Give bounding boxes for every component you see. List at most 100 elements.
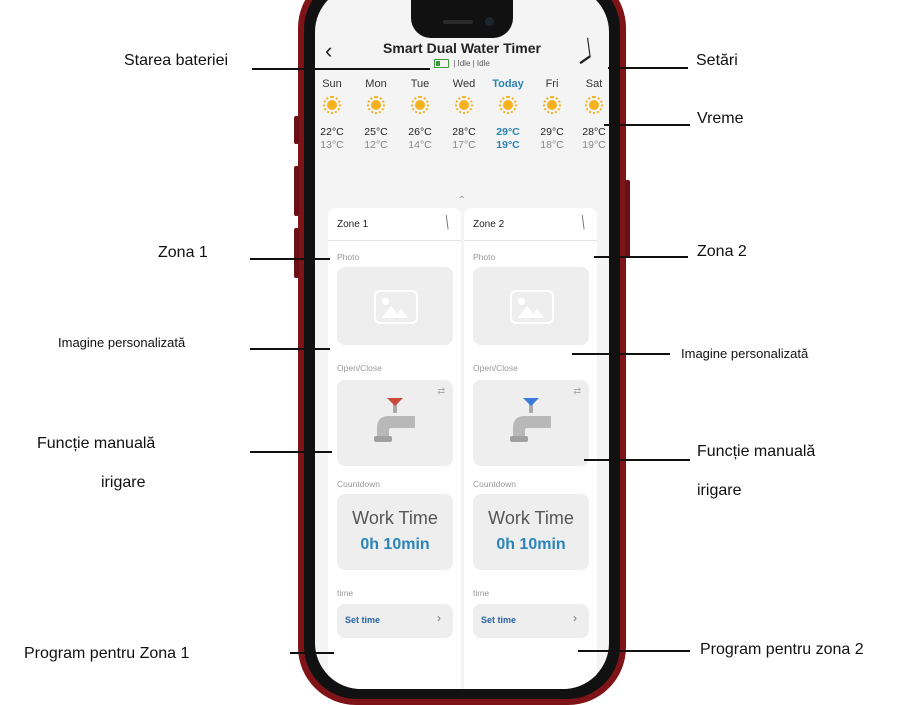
app-screen: ‹ Smart Dual Water Timer | Idle | Idle ▁… bbox=[315, 0, 609, 689]
pointer-line bbox=[250, 451, 332, 453]
day-name: Today bbox=[492, 78, 524, 90]
annotation-manual-right-2: irigare bbox=[697, 482, 742, 499]
phone-notch bbox=[411, 0, 513, 38]
swap-icon: ⇄ bbox=[573, 386, 581, 396]
pointer-line bbox=[594, 256, 688, 258]
set-time-label: Set time bbox=[345, 615, 381, 625]
custom-photo[interactable] bbox=[337, 267, 453, 345]
countdown-panel[interactable]: Work Time 0h 10min bbox=[337, 494, 453, 570]
day-name: Tue bbox=[410, 78, 430, 90]
mute-switch bbox=[294, 116, 299, 144]
temp-high: 25°C bbox=[364, 126, 388, 138]
annotation-battery: Starea bateriei bbox=[124, 52, 229, 69]
temp-high: 22°C bbox=[320, 126, 344, 138]
work-duration: 0h 10min bbox=[496, 536, 566, 553]
manual-valve-toggle[interactable]: ⇄ bbox=[337, 380, 453, 466]
countdown-label: Countdown bbox=[473, 479, 517, 489]
manual-valve-toggle[interactable]: ⇄ bbox=[473, 380, 589, 466]
status-text: | Idle | Idle bbox=[453, 59, 490, 68]
temp-low: 17°C bbox=[452, 139, 476, 151]
annotation-custom-image-right: Imagine personalizată bbox=[681, 346, 809, 361]
work-time-label: Work Time bbox=[488, 508, 574, 528]
temp-low: 19°C bbox=[496, 139, 520, 151]
image-icon bbox=[374, 290, 418, 324]
annotation-manual-left-2: irigare bbox=[101, 474, 146, 491]
work-time-label: Work Time bbox=[352, 508, 438, 528]
temp-high: 29°C bbox=[496, 126, 520, 138]
open-close-label: Open/Close bbox=[337, 363, 382, 373]
sun-icon bbox=[367, 96, 385, 114]
sun-icon bbox=[455, 96, 473, 114]
pointer-line bbox=[608, 67, 688, 69]
pointer-line bbox=[604, 124, 690, 126]
swap-icon: ⇄ bbox=[437, 386, 445, 396]
pointer-line bbox=[250, 348, 330, 350]
annotation-weather: Vreme bbox=[697, 110, 744, 127]
pointer-line bbox=[584, 459, 690, 461]
volume-down-button bbox=[294, 228, 299, 278]
set-time-label: Set time bbox=[481, 615, 517, 625]
zone-header: Zone 1 ╱ bbox=[328, 208, 461, 241]
annotation-manual-right-1: Funcție manuală bbox=[697, 443, 816, 460]
chevron-right-icon: › bbox=[573, 611, 577, 625]
zone-card-1: Zone 1 ╱ Photo Open/Close ⇄ Countdown Wo… bbox=[328, 208, 461, 689]
custom-photo[interactable] bbox=[473, 267, 589, 345]
annotation-custom-image-left: Imagine personalizată bbox=[58, 335, 186, 350]
open-close-label: Open/Close bbox=[473, 363, 518, 373]
annotation-schedule-zone2: Program pentru zona 2 bbox=[700, 641, 864, 658]
weather-day: Wed 28°C 17°C bbox=[443, 78, 485, 151]
temp-low: 13°C bbox=[320, 139, 344, 151]
annotation-zone1: Zona 1 bbox=[158, 244, 208, 261]
status-line: | Idle | Idle bbox=[315, 59, 609, 69]
device-title: Smart Dual Water Timer bbox=[383, 40, 541, 56]
temp-high: 28°C bbox=[582, 126, 606, 138]
countdown-label: Countdown bbox=[337, 479, 381, 489]
zone-name: Zone 2 bbox=[473, 219, 505, 230]
annotation-schedule-zone1: Program pentru Zona 1 bbox=[24, 645, 190, 662]
annotation-manual-left-1: Funcție manuală bbox=[37, 435, 156, 452]
weather-day: Mon 25°C 12°C bbox=[355, 78, 397, 151]
pointer-line bbox=[572, 353, 670, 355]
temp-high: 29°C bbox=[540, 126, 564, 138]
water-tap-icon bbox=[510, 398, 551, 442]
temp-low: 18°C bbox=[540, 139, 564, 151]
pointer-line bbox=[290, 652, 334, 654]
weather-day: Sun 22°C 13°C bbox=[315, 78, 353, 151]
image-icon bbox=[510, 290, 554, 324]
zone-header: Zone 2 ╱ bbox=[464, 208, 597, 241]
sun-icon bbox=[585, 96, 603, 114]
pencil-icon[interactable]: ╱ bbox=[577, 215, 590, 230]
temp-low: 19°C bbox=[582, 139, 606, 151]
sun-icon bbox=[411, 96, 429, 114]
set-time-button[interactable]: Set time › bbox=[473, 604, 589, 638]
photo-label: Photo bbox=[473, 252, 496, 262]
sun-icon bbox=[543, 96, 561, 114]
weather-day: Fri 29°C 18°C bbox=[531, 78, 573, 151]
temp-high: 26°C bbox=[408, 126, 432, 138]
weather-forecast: Sun 22°C 13°C Mon 25°C 12°C Tue 26°C 14°… bbox=[315, 78, 609, 206]
temp-high: 28°C bbox=[452, 126, 476, 138]
power-button bbox=[625, 180, 630, 258]
pointer-line bbox=[578, 650, 690, 652]
zone-card-2: Zone 2 ╱ Photo Open/Close ⇄ Countdown Wo… bbox=[464, 208, 597, 689]
chevron-right-icon: › bbox=[437, 611, 441, 625]
zone-name: Zone 1 bbox=[337, 219, 369, 230]
volume-up-button bbox=[294, 166, 299, 216]
sun-icon bbox=[499, 96, 517, 114]
weather-day-today: Today 29°C 19°C bbox=[487, 78, 529, 151]
weather-day: Tue 26°C 14°C bbox=[399, 78, 441, 151]
temp-low: 12°C bbox=[364, 139, 388, 151]
pencil-icon[interactable]: ╱ bbox=[441, 215, 454, 230]
day-name: Sat bbox=[585, 78, 603, 90]
collapse-chevron-icon[interactable]: ⌃ bbox=[453, 195, 471, 206]
time-label: time bbox=[473, 588, 490, 598]
battery-icon bbox=[434, 59, 450, 69]
set-time-button[interactable]: Set time › bbox=[337, 604, 453, 638]
day-name: Wed bbox=[452, 78, 476, 90]
day-name: Fri bbox=[545, 78, 559, 90]
annotation-settings: Setări bbox=[696, 52, 738, 69]
countdown-panel[interactable]: Work Time 0h 10min bbox=[473, 494, 589, 570]
work-duration: 0h 10min bbox=[360, 536, 430, 553]
sun-icon bbox=[323, 96, 341, 114]
photo-label: Photo bbox=[337, 252, 360, 262]
